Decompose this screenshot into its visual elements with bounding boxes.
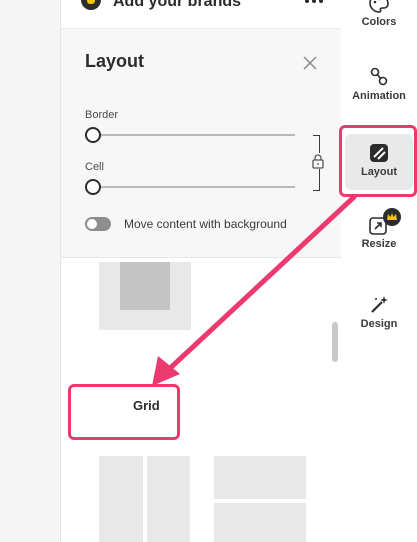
premium-crown-icon [383,208,401,226]
border-slider-label: Border [85,109,119,121]
rail-label-animation: Animation [352,90,406,102]
grid-preview-row-bottom[interactable] [214,503,306,542]
panel-scrollbar[interactable] [332,322,338,362]
annotation-highlight-grid [68,384,180,440]
layout-settings-card: Layout Border Cell Move content with bac… [61,28,341,258]
layout-side-panel: Add your brands Layout Border Cell Move … [60,0,342,542]
rail-label-resize: Resize [361,238,397,250]
cell-slider-label: Cell [85,161,104,173]
rail-label-design: Design [360,318,398,330]
brand-row[interactable]: Add your brands [61,0,341,26]
magic-wand-icon [371,296,388,313]
grid-preview-col-left[interactable] [99,456,143,542]
grid-preview-row-top[interactable] [214,456,306,499]
cell-slider-thumb[interactable] [85,179,101,195]
palette-icon [369,0,389,13]
move-content-toggle[interactable] [85,217,111,231]
rail-item-colors[interactable]: Colors [341,0,417,34]
right-rail: Colors Animation Layout Resize Design [341,0,417,542]
rail-item-animation[interactable]: Animation [341,66,417,106]
animation-icon [370,67,388,86]
layout-panel-title: Layout [85,51,145,71]
cell-slider-track [93,186,295,188]
annotation-highlight-layout [339,125,417,197]
more-options-icon[interactable] [305,0,325,6]
rail-item-resize[interactable]: Resize [341,208,417,258]
border-slider-track [93,134,295,136]
rail-label-colors: Colors [361,16,397,28]
move-content-toggle-label: Move content with background [124,217,287,231]
lock-icon[interactable] [311,153,325,169]
brand-row-label: Add your brands [113,0,242,10]
layout-preview-single-cell [120,262,170,310]
canvas-gutter [0,0,60,542]
border-slider[interactable] [85,127,297,143]
app-window: Add your brands Layout Border Cell Move … [0,0,417,542]
grid-preview-col-right[interactable] [147,456,190,542]
close-icon[interactable] [303,56,317,70]
brand-kit-icon [81,0,101,10]
border-slider-thumb[interactable] [85,127,101,143]
cell-slider[interactable] [85,179,297,195]
layout-preview-single[interactable] [99,262,191,330]
rail-item-design[interactable]: Design [341,294,417,338]
